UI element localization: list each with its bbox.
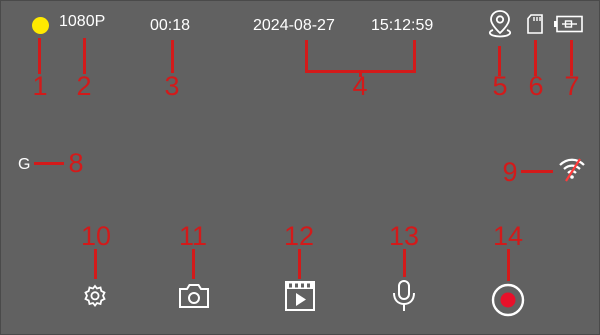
settings-gear-icon[interactable] bbox=[83, 284, 107, 308]
battery-charging-icon bbox=[554, 15, 583, 33]
callout-number-13: 13 bbox=[388, 221, 420, 251]
callout-bracket-left bbox=[305, 40, 308, 73]
callout-number-3: 3 bbox=[164, 71, 180, 101]
callout-line-10 bbox=[94, 249, 97, 279]
elapsed-time-label: 00:18 bbox=[150, 17, 191, 34]
location-pin-icon[interactable] bbox=[485, 9, 515, 41]
record-icon[interactable] bbox=[491, 283, 525, 317]
wifi-off-icon[interactable] bbox=[558, 156, 586, 182]
callout-line-14 bbox=[507, 249, 510, 281]
dashcam-screen: 1080P 00:18 2024-08-27 15:12:59 G 1 2 3 … bbox=[0, 0, 600, 335]
date-label: 2024-08-27 bbox=[253, 17, 335, 34]
callout-number-5: 5 bbox=[492, 71, 508, 101]
callout-number-11: 11 bbox=[178, 221, 208, 251]
gsensor-label: G bbox=[18, 156, 31, 173]
callout-number-14: 14 bbox=[492, 221, 524, 251]
microphone-icon[interactable] bbox=[390, 279, 418, 313]
callout-number-6: 6 bbox=[528, 71, 544, 101]
time-label: 15:12:59 bbox=[371, 17, 434, 34]
callout-line-8 bbox=[34, 162, 64, 165]
resolution-label: 1080P bbox=[59, 13, 106, 30]
callout-number-9: 9 bbox=[502, 157, 518, 187]
callout-line-11 bbox=[192, 249, 195, 279]
callout-line-9 bbox=[521, 170, 553, 173]
callout-number-10: 10 bbox=[80, 221, 112, 251]
callout-line-12 bbox=[298, 249, 301, 279]
callout-line-13 bbox=[403, 249, 406, 277]
video-playback-icon[interactable] bbox=[284, 280, 316, 312]
callout-bracket-right bbox=[413, 40, 416, 73]
callout-number-12: 12 bbox=[283, 221, 315, 251]
callout-line-2 bbox=[83, 38, 86, 74]
callout-number-4: 4 bbox=[352, 71, 368, 101]
callout-line-3 bbox=[171, 40, 174, 73]
sd-card-icon bbox=[527, 14, 543, 34]
callout-line-1 bbox=[38, 38, 41, 74]
callout-number-7: 7 bbox=[564, 71, 580, 101]
callout-number-1: 1 bbox=[32, 71, 48, 101]
callout-number-2: 2 bbox=[76, 71, 92, 101]
recording-status-indicator bbox=[32, 17, 49, 34]
callout-number-8: 8 bbox=[68, 148, 84, 178]
camera-icon[interactable] bbox=[178, 282, 210, 310]
